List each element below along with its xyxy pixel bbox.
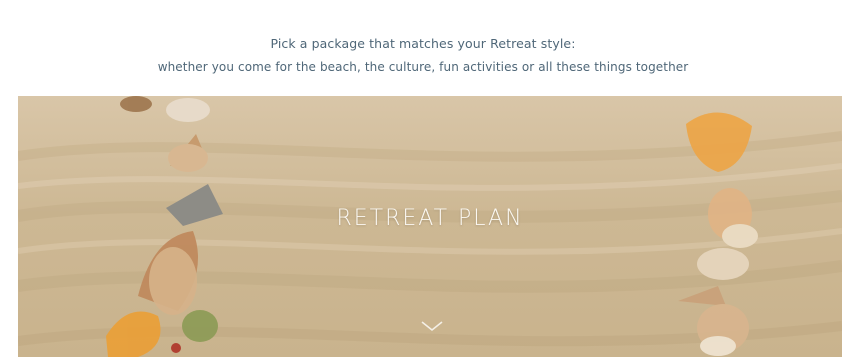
- intro-heading: Pick a package that matches your Retreat…: [270, 36, 576, 51]
- intro-subheading: whether you come for the beach, the cult…: [157, 60, 689, 74]
- intro-section: Pick a package that matches your Retreat…: [0, 0, 846, 96]
- hero-title: RETREAT PLAN: [336, 206, 524, 231]
- chevron-down-icon: [421, 321, 443, 332]
- scroll-down-button[interactable]: [420, 318, 444, 334]
- page: Pick a package that matches your Retreat…: [0, 0, 846, 357]
- hero-banner: RETREAT PLAN: [18, 96, 842, 357]
